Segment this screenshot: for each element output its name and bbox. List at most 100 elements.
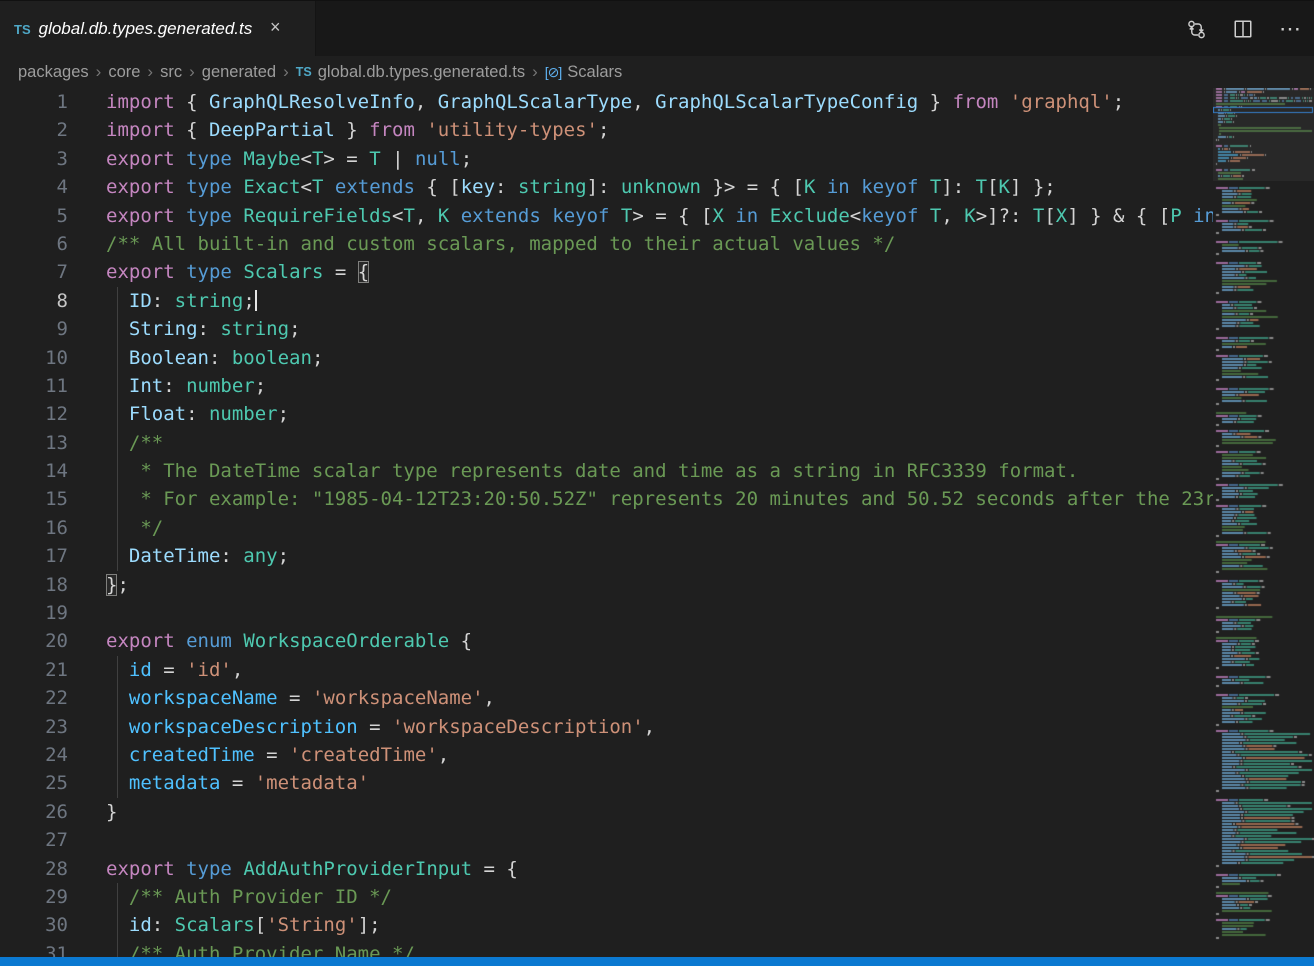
code-line[interactable]: 14 * The DateTime scalar type represents… bbox=[0, 457, 1213, 485]
chevron-right-icon: › bbox=[147, 62, 153, 82]
line-number: 20 bbox=[0, 627, 68, 655]
breadcrumb-item-packages[interactable]: packages bbox=[18, 63, 89, 82]
code-text: Boolean: boolean; bbox=[68, 344, 323, 372]
indent-guide bbox=[117, 287, 118, 315]
indent-guide bbox=[117, 769, 118, 797]
code-text: String: string; bbox=[68, 315, 301, 343]
open-changes-icon[interactable] bbox=[1186, 19, 1207, 40]
line-number: 26 bbox=[0, 798, 68, 826]
line-number: 14 bbox=[0, 457, 68, 485]
chevron-right-icon: › bbox=[532, 62, 538, 82]
line-number: 3 bbox=[0, 145, 68, 173]
code-line[interactable]: 23 workspaceDescription = 'workspaceDesc… bbox=[0, 713, 1213, 741]
tab-global-db-types-generated[interactable]: TS global.db.types.generated.ts × bbox=[0, 1, 316, 57]
code-line[interactable]: 12 Float: number; bbox=[0, 400, 1213, 428]
tab-title: global.db.types.generated.ts bbox=[39, 19, 253, 39]
line-number: 27 bbox=[0, 826, 68, 854]
code-line[interactable]: 16 */ bbox=[0, 514, 1213, 542]
code-line[interactable]: 25 metadata = 'metadata' bbox=[0, 769, 1213, 797]
line-number: 6 bbox=[0, 230, 68, 258]
code-text: export type AddAuthProviderInput = { bbox=[68, 855, 518, 883]
code-text: export type RequireFields<T, K extends k… bbox=[68, 202, 1213, 230]
line-number: 28 bbox=[0, 855, 68, 883]
code-line[interactable]: 27 bbox=[0, 826, 1213, 854]
code-line[interactable]: 9 String: string; bbox=[0, 315, 1213, 343]
indent-guide bbox=[117, 400, 118, 428]
code-text: id = 'id', bbox=[68, 656, 243, 684]
line-number: 23 bbox=[0, 713, 68, 741]
indent-guide bbox=[117, 514, 118, 542]
code-line[interactable]: 2import { DeepPartial } from 'utility-ty… bbox=[0, 116, 1213, 144]
tab-bar: TS global.db.types.generated.ts × bbox=[0, 0, 1314, 56]
split-editor-icon[interactable] bbox=[1233, 19, 1253, 39]
code-text: * For example: "1985-04-12T23:20:50.52Z"… bbox=[68, 485, 1213, 513]
indent-guide bbox=[117, 485, 118, 513]
indent-guide bbox=[117, 372, 118, 400]
chevron-right-icon: › bbox=[96, 62, 102, 82]
code-lines: 1import { GraphQLResolveInfo, GraphQLSca… bbox=[0, 88, 1213, 966]
editor-actions: ⋯ bbox=[1186, 1, 1306, 57]
line-number: 7 bbox=[0, 258, 68, 286]
line-number: 13 bbox=[0, 429, 68, 457]
line-number: 24 bbox=[0, 741, 68, 769]
code-line[interactable]: 20export enum WorkspaceOrderable { bbox=[0, 627, 1213, 655]
line-number: 11 bbox=[0, 372, 68, 400]
line-number: 8 bbox=[0, 287, 68, 315]
breadcrumb-item-generated[interactable]: generated bbox=[202, 63, 276, 82]
line-number: 18 bbox=[0, 571, 68, 599]
breadcrumb-item-src[interactable]: src bbox=[160, 63, 182, 82]
indent-guide bbox=[117, 429, 118, 457]
line-number: 25 bbox=[0, 769, 68, 797]
code-line[interactable]: 4export type Exact<T extends { [key: str… bbox=[0, 173, 1213, 201]
code-line[interactable]: 6/** All built-in and custom scalars, ma… bbox=[0, 230, 1213, 258]
line-number: 15 bbox=[0, 485, 68, 513]
code-line[interactable]: 10 Boolean: boolean; bbox=[0, 344, 1213, 372]
code-line[interactable]: 7export type Scalars = { bbox=[0, 258, 1213, 286]
more-actions-icon[interactable]: ⋯ bbox=[1279, 16, 1302, 42]
code-line[interactable]: 19 bbox=[0, 599, 1213, 627]
close-icon[interactable]: × bbox=[264, 18, 286, 40]
indent-guide bbox=[117, 344, 118, 372]
code-text: Float: number; bbox=[68, 400, 289, 428]
line-number: 29 bbox=[0, 883, 68, 911]
code-text: import { GraphQLResolveInfo, GraphQLScal… bbox=[68, 88, 1124, 116]
code-line[interactable]: 26} bbox=[0, 798, 1213, 826]
code-text: createdTime = 'createdTime', bbox=[68, 741, 449, 769]
code-line[interactable]: 1import { GraphQLResolveInfo, GraphQLSca… bbox=[0, 88, 1213, 116]
code-line[interactable]: 24 createdTime = 'createdTime', bbox=[0, 741, 1213, 769]
chevron-right-icon: › bbox=[189, 62, 195, 82]
indent-guide bbox=[117, 883, 118, 911]
indent-guide bbox=[117, 684, 118, 712]
editor-pane[interactable]: 1import { GraphQLResolveInfo, GraphQLSca… bbox=[0, 88, 1314, 966]
code-text: /** bbox=[68, 429, 163, 457]
indent-guide bbox=[117, 741, 118, 769]
code-line[interactable]: 22 workspaceName = 'workspaceName', bbox=[0, 684, 1213, 712]
code-line[interactable]: 30 id: Scalars['String']; bbox=[0, 911, 1213, 939]
typescript-file-icon: TS bbox=[14, 22, 31, 37]
code-line[interactable]: 3export type Maybe<T> = T | null; bbox=[0, 145, 1213, 173]
code-line[interactable]: 17 DateTime: any; bbox=[0, 542, 1213, 570]
line-number: 22 bbox=[0, 684, 68, 712]
code-line[interactable]: 8 ID: string; bbox=[0, 287, 1213, 315]
code-line[interactable]: 11 Int: number; bbox=[0, 372, 1213, 400]
code-line[interactable]: 28export type AddAuthProviderInput = { bbox=[0, 855, 1213, 883]
indent-guide bbox=[117, 713, 118, 741]
code-line[interactable]: 13 /** bbox=[0, 429, 1213, 457]
minimap[interactable] bbox=[1213, 88, 1314, 957]
breadcrumb-item-scalars[interactable]: Scalars bbox=[567, 63, 622, 82]
code-line[interactable]: 29 /** Auth Provider ID */ bbox=[0, 883, 1213, 911]
code-text: export type Scalars = { bbox=[68, 258, 369, 286]
minimap-slider[interactable] bbox=[1213, 88, 1314, 181]
code-line[interactable]: 15 * For example: "1985-04-12T23:20:50.5… bbox=[0, 485, 1213, 513]
line-number: 30 bbox=[0, 911, 68, 939]
breadcrumb-item-core[interactable]: core bbox=[108, 63, 140, 82]
code-line[interactable]: 21 id = 'id', bbox=[0, 656, 1213, 684]
code-text: DateTime: any; bbox=[68, 542, 289, 570]
code-line[interactable]: 18}; bbox=[0, 571, 1213, 599]
code-text: } bbox=[68, 798, 117, 826]
vscode-editor-window: TS global.db.types.generated.ts × bbox=[0, 0, 1314, 966]
breadcrumb-item-filename[interactable]: global.db.types.generated.ts bbox=[318, 63, 525, 82]
code-line[interactable]: 5export type RequireFields<T, K extends … bbox=[0, 202, 1213, 230]
line-number: 10 bbox=[0, 344, 68, 372]
line-number: 4 bbox=[0, 173, 68, 201]
